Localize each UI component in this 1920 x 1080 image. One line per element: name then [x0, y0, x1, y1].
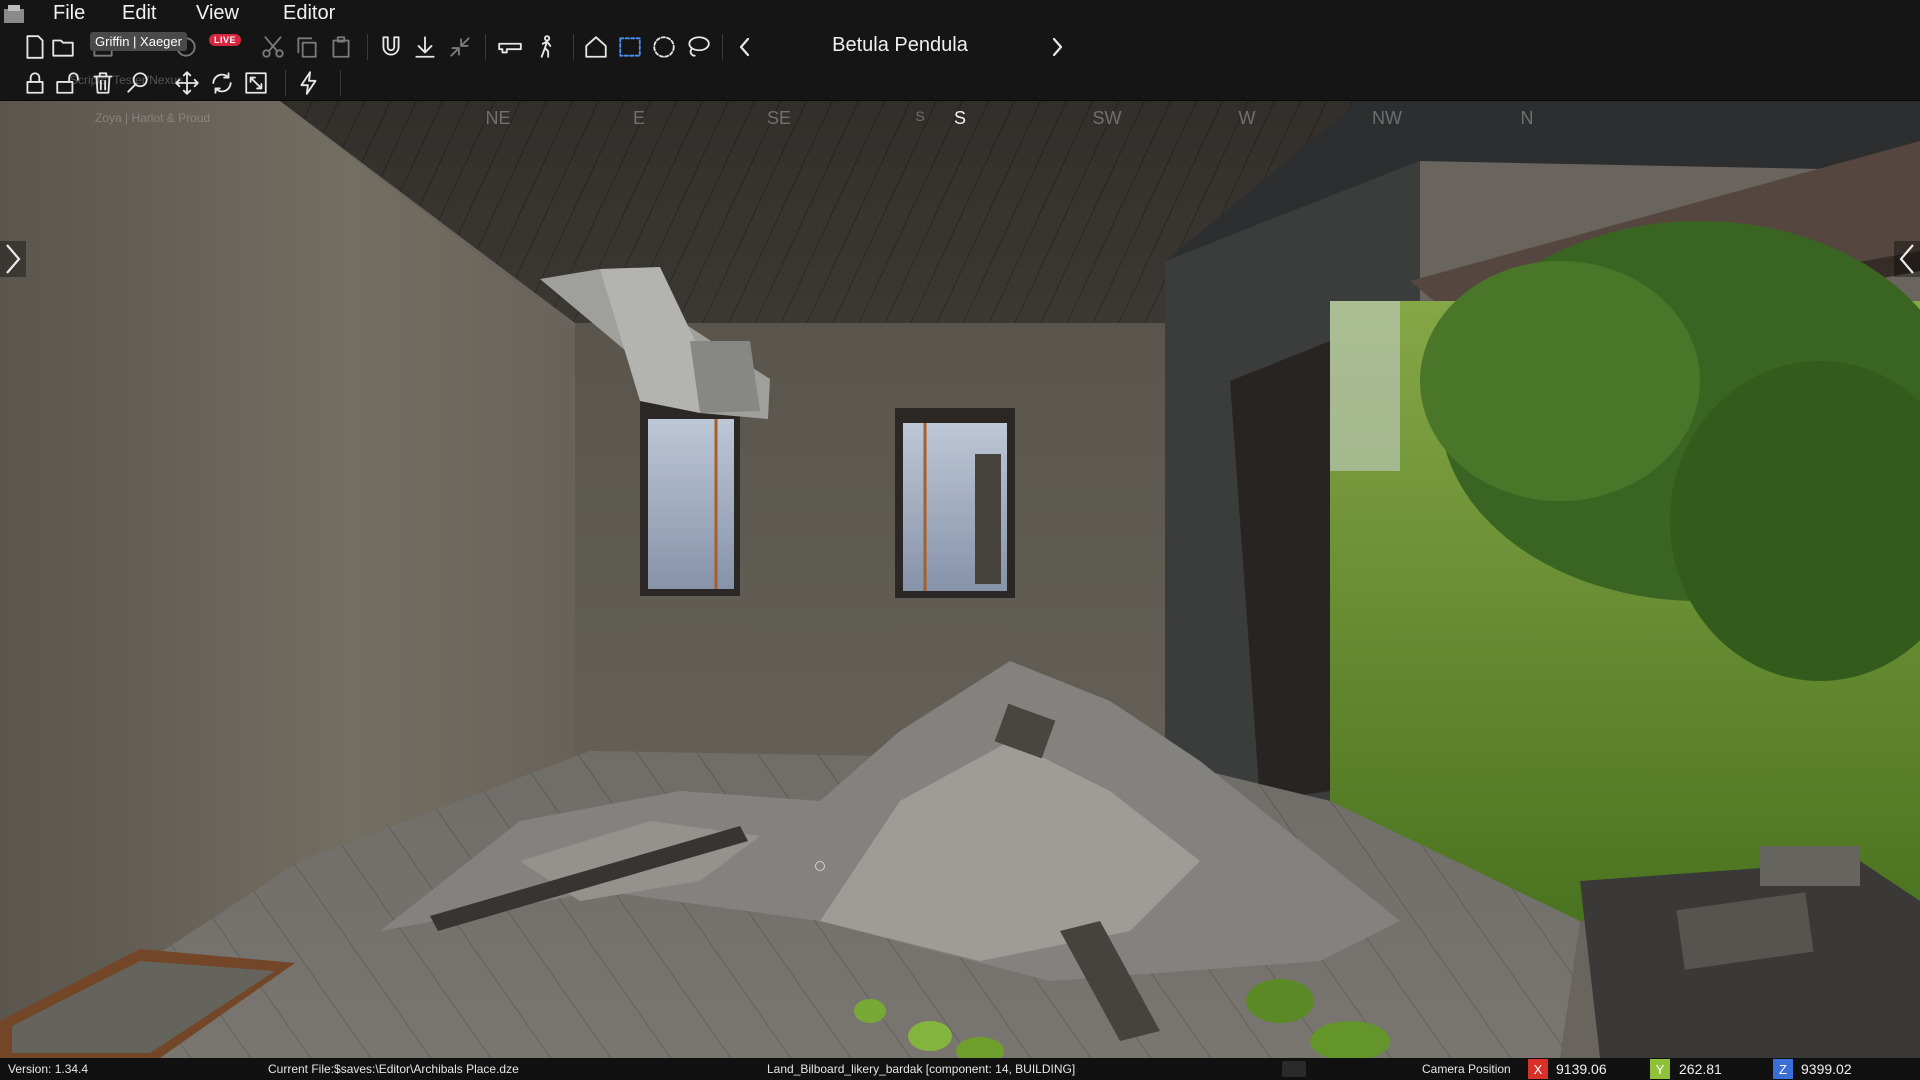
- chevron-right-icon: [1052, 37, 1063, 57]
- box-select-icon: [619, 37, 641, 57]
- main-toolbar: Betula Pendula: [0, 28, 1920, 66]
- prev-object-button[interactable]: [733, 34, 757, 60]
- chevron-left-icon: [739, 37, 750, 57]
- chevron-left-icon: [1899, 244, 1914, 274]
- lightning-icon: [300, 71, 317, 95]
- ground-snap-button[interactable]: [411, 33, 439, 61]
- toolbar-divider: [340, 70, 341, 96]
- menu-view[interactable]: View: [196, 2, 239, 25]
- box-select-button[interactable]: [616, 33, 644, 61]
- toolbar-divider: [573, 34, 574, 60]
- lasso-icon: [688, 36, 710, 57]
- menu-editor[interactable]: Editor: [283, 2, 335, 25]
- copy-icon: [297, 37, 317, 58]
- paste-button[interactable]: [327, 33, 355, 61]
- camera-z-value: 9399.02: [1801, 1061, 1852, 1077]
- ghost-user-label: Scripts: Tester/Nexus: [70, 73, 184, 87]
- left-panel-toggle[interactable]: [0, 241, 26, 277]
- player-tool-button[interactable]: [532, 33, 560, 61]
- y-axis-badge: Y: [1650, 1059, 1670, 1079]
- toolbar-divider: [367, 34, 368, 60]
- compass-s-minor: S: [915, 108, 925, 124]
- home-button[interactable]: [582, 33, 610, 61]
- secondary-toolbar: [0, 66, 1920, 101]
- gun-tool-button[interactable]: [496, 33, 524, 61]
- new-file-button[interactable]: [21, 33, 49, 61]
- chevron-right-icon: [6, 244, 21, 274]
- compass-strip: NE E SE S S SW W NW N: [0, 108, 1920, 136]
- editor-window: NE E SE S S SW W NW N File Edit View Edi…: [0, 0, 1920, 1080]
- selected-object-title: Betula Pendula: [832, 34, 968, 56]
- next-object-button[interactable]: [1045, 34, 1069, 60]
- menu-edit[interactable]: Edit: [122, 2, 156, 25]
- ghost-user-label: Zoya | Harlot & Proud: [95, 111, 211, 125]
- z-axis-badge: Z: [1773, 1059, 1793, 1079]
- scene-render: [0, 101, 1920, 1058]
- menu-bar: File Edit View Editor: [0, 0, 1920, 28]
- cut-button[interactable]: [259, 33, 287, 61]
- toolbar-divider: [722, 34, 723, 60]
- user-cursor-tooltip: Griffin | Xaeger: [90, 32, 187, 51]
- menu-file[interactable]: File: [53, 2, 85, 25]
- magnet-snap-button[interactable]: [377, 33, 405, 61]
- 3d-viewport[interactable]: [0, 101, 1920, 1058]
- gun-icon: [498, 42, 522, 54]
- open-file-icon: [52, 39, 74, 57]
- camera-position-label: Camera Position: [1422, 1062, 1511, 1076]
- compass-sw: SW: [1092, 108, 1122, 128]
- compass-ne: NE: [485, 108, 511, 128]
- toolbar-divider: [485, 34, 486, 60]
- app-logo-icon: [0, 0, 28, 28]
- new-file-icon: [26, 35, 44, 59]
- home-icon: [585, 36, 607, 58]
- collapse-button[interactable]: [446, 33, 474, 61]
- quick-action-button[interactable]: [295, 69, 323, 97]
- compass-s: S: [953, 108, 967, 128]
- selected-object-label: Land_Bilboard_likery_bardak [component: …: [767, 1062, 1076, 1076]
- scissors-icon: [262, 36, 284, 58]
- lock-icon: [26, 72, 44, 94]
- camera-x-value: 9139.06: [1556, 1061, 1607, 1077]
- crosshair-icon: [815, 861, 825, 871]
- magnet-icon: [382, 36, 400, 56]
- circle-select-button[interactable]: [650, 33, 678, 61]
- compass-se: SE: [766, 108, 792, 128]
- camera-y-value: 262.81: [1679, 1061, 1722, 1077]
- current-file-label: Current File:$saves:\Editor\Archibals Pl…: [268, 1062, 519, 1076]
- scale-arrows-icon: [245, 72, 267, 94]
- x-axis-badge: X: [1528, 1059, 1548, 1079]
- compass-e: E: [632, 108, 646, 128]
- paste-icon: [332, 36, 350, 58]
- scale-tool-button[interactable]: [242, 69, 270, 97]
- lasso-select-button[interactable]: [684, 33, 712, 61]
- lock-button[interactable]: [21, 69, 49, 97]
- rotate-tool-button[interactable]: [208, 69, 236, 97]
- rotate-icon: [212, 72, 232, 94]
- live-badge: LIVE: [209, 34, 242, 46]
- copy-button[interactable]: [293, 33, 321, 61]
- toolbar-divider: [285, 70, 286, 96]
- version-label: Version: 1.34.4: [8, 1062, 89, 1076]
- compass-n: N: [1520, 108, 1534, 128]
- keyboard-icon: [1282, 1061, 1306, 1077]
- compass-w: W: [1238, 108, 1256, 128]
- download-arrow-icon: [415, 36, 435, 58]
- walking-person-icon: [540, 35, 552, 58]
- open-file-button[interactable]: [49, 33, 77, 61]
- right-panel-toggle[interactable]: [1894, 241, 1920, 277]
- compass-nw: NW: [1372, 108, 1402, 128]
- circle-select-icon: [653, 36, 675, 58]
- collapse-arrows-icon: [450, 37, 470, 57]
- status-bar: Version: 1.34.4 Current File:$saves:\Edi…: [0, 1058, 1920, 1080]
